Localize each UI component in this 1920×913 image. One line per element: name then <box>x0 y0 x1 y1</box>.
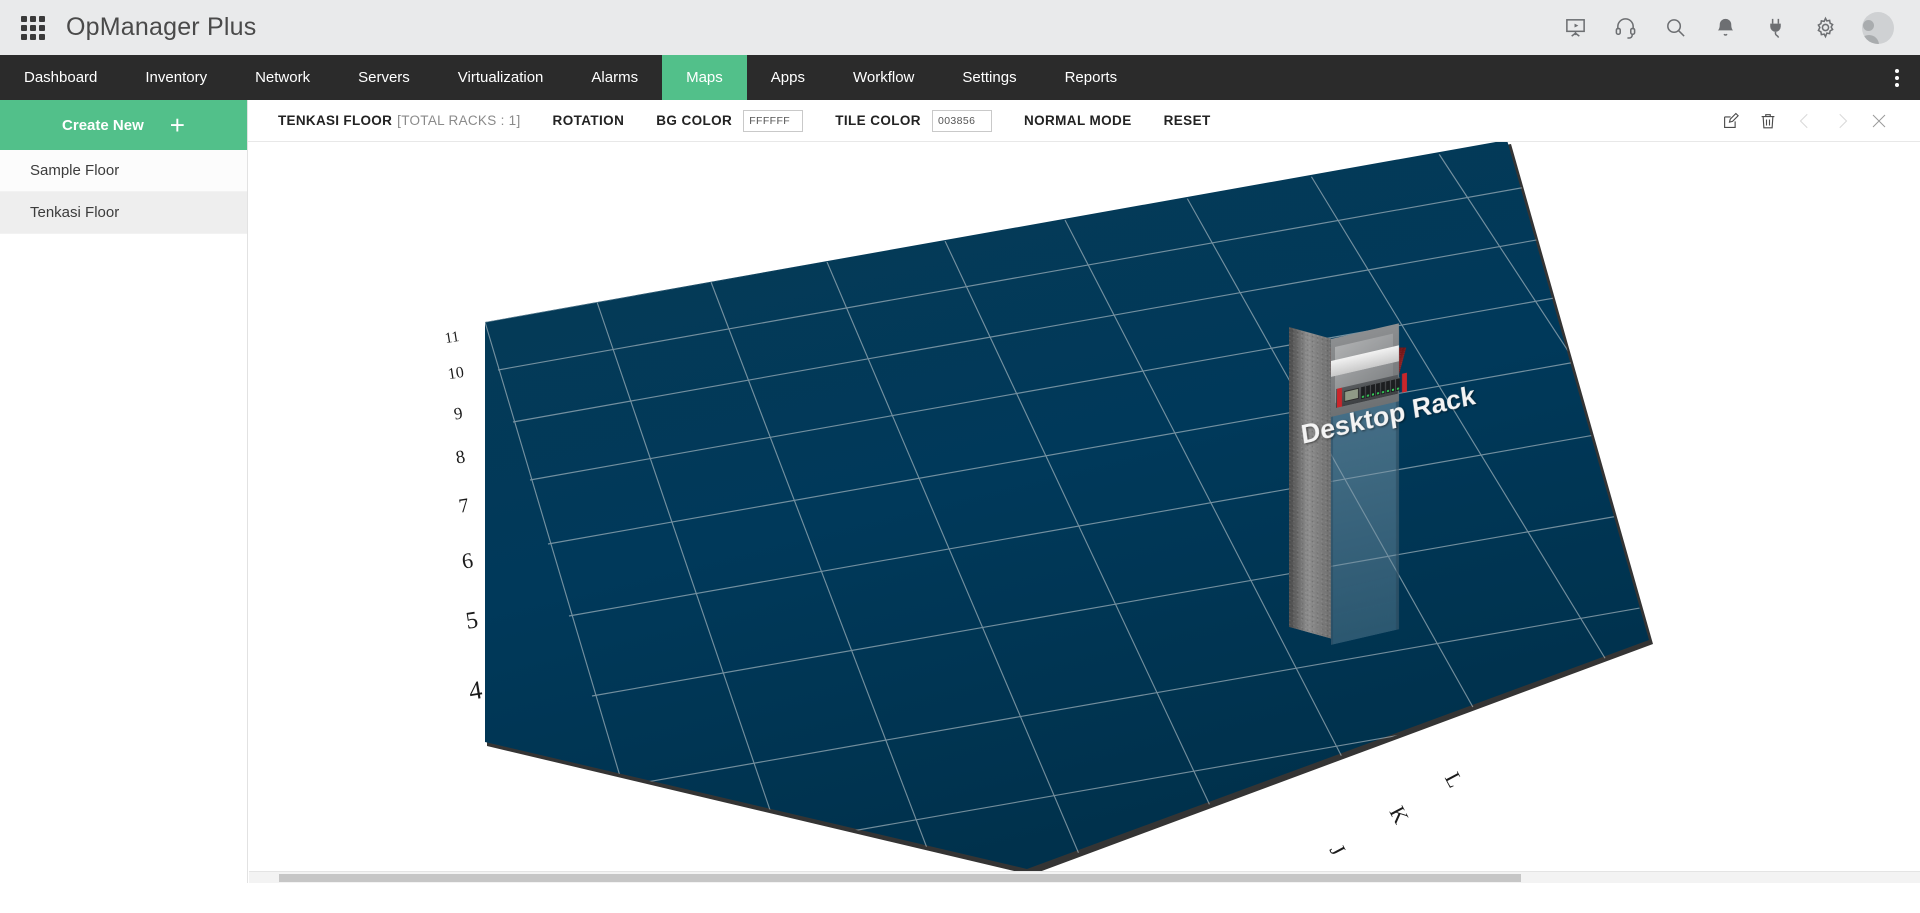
bg-color-label: BG COLOR <box>656 113 732 128</box>
close-x-icon[interactable] <box>1869 111 1888 130</box>
floor-plane-svg <box>249 142 1920 871</box>
create-new-label: Create New <box>62 117 144 134</box>
bottom-strip <box>0 883 1920 913</box>
app-header: OpManager Plus <box>0 0 1920 55</box>
nav-item-alarms[interactable]: Alarms <box>567 55 662 100</box>
rack-side-panel <box>1289 327 1331 639</box>
edit-pencil-icon[interactable] <box>1721 111 1740 130</box>
chevron-right-icon[interactable] <box>1832 111 1851 130</box>
normal-mode-button[interactable]: NORMAL MODE <box>1024 113 1132 128</box>
user-avatar[interactable] <box>1862 12 1894 44</box>
main-navigation: Dashboard Inventory Network Servers Virt… <box>0 55 1920 100</box>
search-icon[interactable] <box>1662 15 1688 41</box>
nav-item-servers[interactable]: Servers <box>334 55 434 100</box>
presentation-icon[interactable] <box>1562 15 1588 41</box>
grid-apps-icon[interactable] <box>18 13 48 43</box>
create-new-button[interactable]: Create New + <box>0 100 247 150</box>
sidebar-item-sample-floor[interactable]: Sample Floor <box>0 150 247 192</box>
delete-trash-icon[interactable] <box>1758 111 1777 130</box>
floor-sidebar: Create New + Sample Floor Tenkasi Floor <box>0 100 248 913</box>
total-racks-count: [TOTAL RACKS : 1] <box>397 113 520 128</box>
nav-item-network[interactable]: Network <box>231 55 334 100</box>
nav-item-virtualization[interactable]: Virtualization <box>434 55 568 100</box>
headset-support-icon[interactable] <box>1612 15 1638 41</box>
rotation-button[interactable]: ROTATION <box>553 113 625 128</box>
nav-item-settings[interactable]: Settings <box>938 55 1040 100</box>
nav-item-dashboard[interactable]: Dashboard <box>0 55 121 100</box>
floor-toolbar: TENKASI FLOOR [TOTAL RACKS : 1] ROTATION… <box>248 100 1920 142</box>
gear-settings-icon[interactable] <box>1812 15 1838 41</box>
toolbar-action-icons <box>1721 111 1920 130</box>
nav-item-inventory[interactable]: Inventory <box>121 55 231 100</box>
header-icon-group <box>1562 12 1920 44</box>
product-title: OpManager Plus <box>66 13 256 42</box>
sidebar-item-tenkasi-floor[interactable]: Tenkasi Floor <box>0 192 247 234</box>
horizontal-scrollbar[interactable] <box>249 871 1920 883</box>
nav-item-workflow[interactable]: Workflow <box>829 55 938 100</box>
nav-item-apps[interactable]: Apps <box>747 55 829 100</box>
plug-addon-icon[interactable] <box>1762 15 1788 41</box>
bell-notification-icon[interactable] <box>1712 15 1738 41</box>
plus-icon: + <box>170 112 185 138</box>
nav-item-reports[interactable]: Reports <box>1041 55 1142 100</box>
rack-desktop-rack[interactable] <box>1289 317 1419 697</box>
nav-item-maps[interactable]: Maps <box>662 55 747 100</box>
horizontal-scrollbar-thumb[interactable] <box>279 874 1521 882</box>
more-vertical-icon[interactable] <box>1874 55 1920 100</box>
bg-color-input[interactable] <box>743 110 803 132</box>
server-lcd-panel <box>1344 388 1359 402</box>
tile-color-label: TILE COLOR <box>835 113 921 128</box>
reset-button[interactable]: RESET <box>1164 113 1211 128</box>
chevron-left-icon[interactable] <box>1795 111 1814 130</box>
floor-title: TENKASI FLOOR <box>278 113 392 128</box>
tile-color-input[interactable] <box>932 110 992 132</box>
floor-3d-canvas[interactable]: Desktop Rack 11 10 9 8 7 6 5 4 J K L <box>249 142 1920 871</box>
